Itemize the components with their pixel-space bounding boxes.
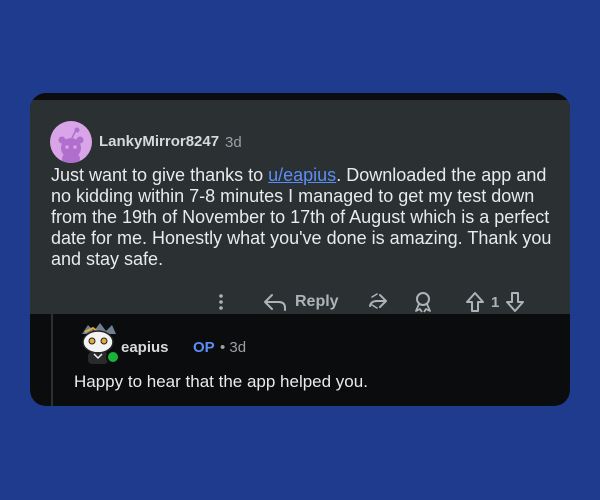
share-button[interactable] <box>366 290 388 314</box>
reply-button[interactable]: Reply <box>263 290 339 314</box>
comment-username[interactable]: LankyMirror8247 <box>99 133 219 150</box>
comment-card: LankyMirror8247 3d Just want to give tha… <box>30 93 570 406</box>
reply-comment: eapius OP • 3d Happy to hear that the ap… <box>51 314 570 406</box>
comment-text-start: Just want to give thanks to <box>51 165 269 185</box>
award-button[interactable] <box>412 290 434 314</box>
reply-avatar[interactable] <box>76 320 122 366</box>
vote-count: 1 <box>491 293 500 311</box>
vote-controls: 1 <box>465 290 525 314</box>
online-status-icon <box>106 350 120 364</box>
comment-actions: Reply 1 <box>30 290 570 314</box>
snoo-avatar-icon <box>58 127 84 163</box>
comment-timestamp: 3d <box>225 134 242 151</box>
award-icon <box>415 292 431 313</box>
reply-label: Reply <box>295 293 339 310</box>
reply-arrow-icon <box>264 294 286 311</box>
user-avatar[interactable] <box>50 121 92 163</box>
thread-line[interactable] <box>51 314 53 406</box>
upvote-icon[interactable] <box>465 291 485 313</box>
user-mention-link[interactable]: u/eapius <box>268 165 336 185</box>
more-vertical-icon <box>219 294 223 310</box>
reply-username[interactable]: eapius <box>121 339 169 356</box>
downvote-icon[interactable] <box>505 291 525 313</box>
more-options-button[interactable] <box>216 290 226 314</box>
op-badge: OP <box>193 339 215 356</box>
share-icon <box>369 293 387 309</box>
comment-body: Just want to give thanks to u/eapius. Do… <box>51 165 561 270</box>
reply-timestamp: • 3d <box>220 339 247 356</box>
reply-body: Happy to hear that the app helped you. <box>74 372 368 391</box>
comment: LankyMirror8247 3d Just want to give tha… <box>30 100 570 314</box>
